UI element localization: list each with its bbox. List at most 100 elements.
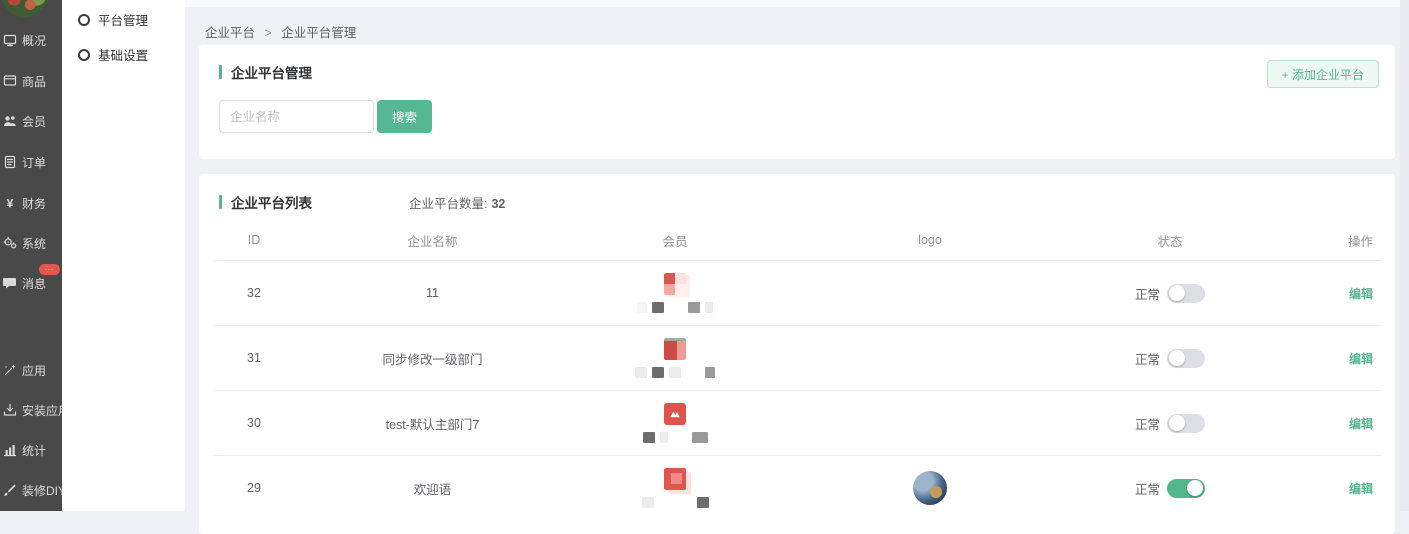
members-icon — [3, 114, 17, 128]
edit-link[interactable]: 编辑 — [1349, 352, 1373, 366]
status-toggle[interactable] — [1167, 414, 1205, 433]
cell-id: 29 — [213, 481, 295, 495]
sidebar-item-overview[interactable]: 概况 — [3, 30, 46, 50]
submenu-item-platform-manage[interactable]: 平台管理 — [78, 10, 148, 29]
radio-bullet-icon — [78, 49, 90, 61]
member-image — [664, 273, 686, 295]
breadcrumb-item-current: 企业平台管理 — [281, 26, 356, 40]
table-row: 32 11 正常 编辑 — [213, 261, 1381, 326]
member-name-redacted — [637, 301, 713, 313]
member-cell — [570, 403, 780, 443]
mountain-logo-icon — [667, 406, 683, 422]
status-toggle[interactable] — [1167, 349, 1205, 368]
sidebar-item-label: 系统 — [22, 235, 46, 252]
header-logo: logo — [780, 233, 1080, 247]
header-id: ID — [213, 233, 295, 247]
submenu-item-basic-settings[interactable]: 基础设置 — [78, 45, 148, 64]
sidebar-item-members[interactable]: 会员 — [3, 111, 46, 131]
svg-text:¥: ¥ — [7, 197, 14, 211]
sidebar-item-goods[interactable]: 商品 — [3, 71, 46, 91]
list-card-title-row: 企业平台列表 企业平台数量:32 — [219, 192, 505, 212]
toggle-knob — [1169, 415, 1185, 431]
overview-icon — [3, 33, 17, 47]
status-label: 正常 — [1135, 479, 1160, 498]
table-row: 29 欢迎语 正常 编辑 — [213, 456, 1381, 520]
cell-company-name: 同步修改一级部门 — [295, 349, 570, 368]
edit-link[interactable]: 编辑 — [1349, 417, 1373, 431]
goods-icon — [3, 74, 17, 88]
sidebar-item-install-apps[interactable]: 安装应用 — [3, 400, 62, 420]
status-label: 正常 — [1135, 349, 1160, 368]
member-cell — [570, 338, 780, 378]
edit-link[interactable]: 编辑 — [1349, 482, 1373, 496]
sub-sidebar: 平台管理 基础设置 — [62, 0, 185, 511]
company-logo — [913, 471, 947, 505]
sidebar-item-apps[interactable]: 应用 — [3, 360, 46, 380]
sidebar-item-label: 商品 — [22, 73, 46, 90]
status-toggle[interactable] — [1167, 284, 1205, 303]
member-name-redacted — [643, 431, 708, 443]
add-platform-button[interactable]: + 添加企业平台 — [1267, 60, 1379, 88]
sidebar-item-system[interactable]: 系统 — [3, 233, 46, 253]
top-strip — [185, 0, 1409, 7]
sidebar-item-message[interactable]: 消息 ... — [3, 273, 46, 293]
sidebar-item-label: 会员 — [22, 113, 46, 130]
sidebar-item-label: 安装应用 — [22, 402, 62, 419]
finance-icon: ¥ — [3, 196, 17, 210]
list-card: 企业平台列表 企业平台数量:32 ID 企业名称 会员 logo 状态 操作 3… — [199, 174, 1395, 534]
cell-id: 32 — [213, 286, 295, 300]
sidebar-item-finance[interactable]: ¥ 财务 — [3, 193, 46, 213]
sidebar-item-label: 消息 — [22, 275, 46, 292]
table-row: 31 同步修改一级部门 正常 编辑 — [213, 326, 1381, 391]
toggle-knob — [1187, 480, 1203, 496]
cell-id: 30 — [213, 416, 295, 430]
sidebar-item-diy[interactable]: 装修DIY — [3, 480, 62, 500]
status-toggle[interactable] — [1167, 479, 1205, 498]
member-image — [664, 403, 686, 425]
status-label: 正常 — [1135, 284, 1160, 303]
submenu-item-label: 基础设置 — [98, 45, 148, 64]
member-name-redacted — [642, 496, 709, 508]
install-icon — [3, 403, 17, 417]
list-card-title: 企业平台列表 — [231, 192, 312, 212]
sidebar-item-label: 订单 — [22, 154, 46, 171]
user-avatar[interactable] — [1, 0, 48, 17]
breadcrumb-item-parent[interactable]: 企业平台 — [205, 26, 255, 40]
sidebar-item-label: 装修DIY — [22, 482, 62, 499]
scrollbar[interactable] — [1400, 0, 1409, 511]
cell-company-name: test-默认主部门7 — [295, 414, 570, 433]
cell-status: 正常 — [1080, 284, 1260, 303]
platform-table: ID 企业名称 会员 logo 状态 操作 32 11 正常 — [213, 220, 1381, 520]
cell-status: 正常 — [1080, 349, 1260, 368]
member-cell — [570, 273, 780, 313]
toggle-knob — [1169, 350, 1185, 366]
cell-company-name: 11 — [295, 286, 570, 300]
main-content: 企业平台 > 企业平台管理 企业平台管理 搜索 + 添加企业平台 企业平台列表 … — [185, 0, 1409, 511]
cell-company-name: 欢迎语 — [295, 479, 570, 498]
orders-icon — [3, 155, 17, 169]
header-action: 操作 — [1260, 231, 1381, 250]
platform-count-label: 企业平台数量:32 — [409, 193, 505, 212]
member-name-redacted — [635, 366, 715, 378]
header-status: 状态 — [1080, 231, 1260, 250]
sidebar-item-stats[interactable]: 统计 — [3, 440, 46, 460]
platform-count-value: 32 — [491, 197, 505, 211]
message-icon — [3, 276, 17, 290]
toggle-knob — [1169, 285, 1185, 301]
search-button[interactable]: 搜索 — [377, 100, 432, 133]
sidebar-item-orders[interactable]: 订单 — [3, 152, 46, 172]
title-bar-accent — [219, 195, 222, 209]
member-image — [664, 338, 686, 360]
cell-status: 正常 — [1080, 414, 1260, 433]
edit-link[interactable]: 编辑 — [1349, 287, 1373, 301]
sidebar-item-label: 概况 — [22, 32, 46, 49]
title-bar-accent — [219, 65, 222, 79]
radio-bullet-icon — [78, 14, 90, 26]
header-company-name: 企业名称 — [295, 231, 570, 250]
diy-icon — [3, 483, 17, 497]
company-name-input[interactable] — [219, 100, 374, 133]
search-card: 企业平台管理 搜索 + 添加企业平台 — [199, 45, 1395, 159]
header-member: 会员 — [570, 231, 780, 250]
status-label: 正常 — [1135, 414, 1160, 433]
table-row: 30 test-默认主部门7 正常 编辑 — [213, 391, 1381, 456]
